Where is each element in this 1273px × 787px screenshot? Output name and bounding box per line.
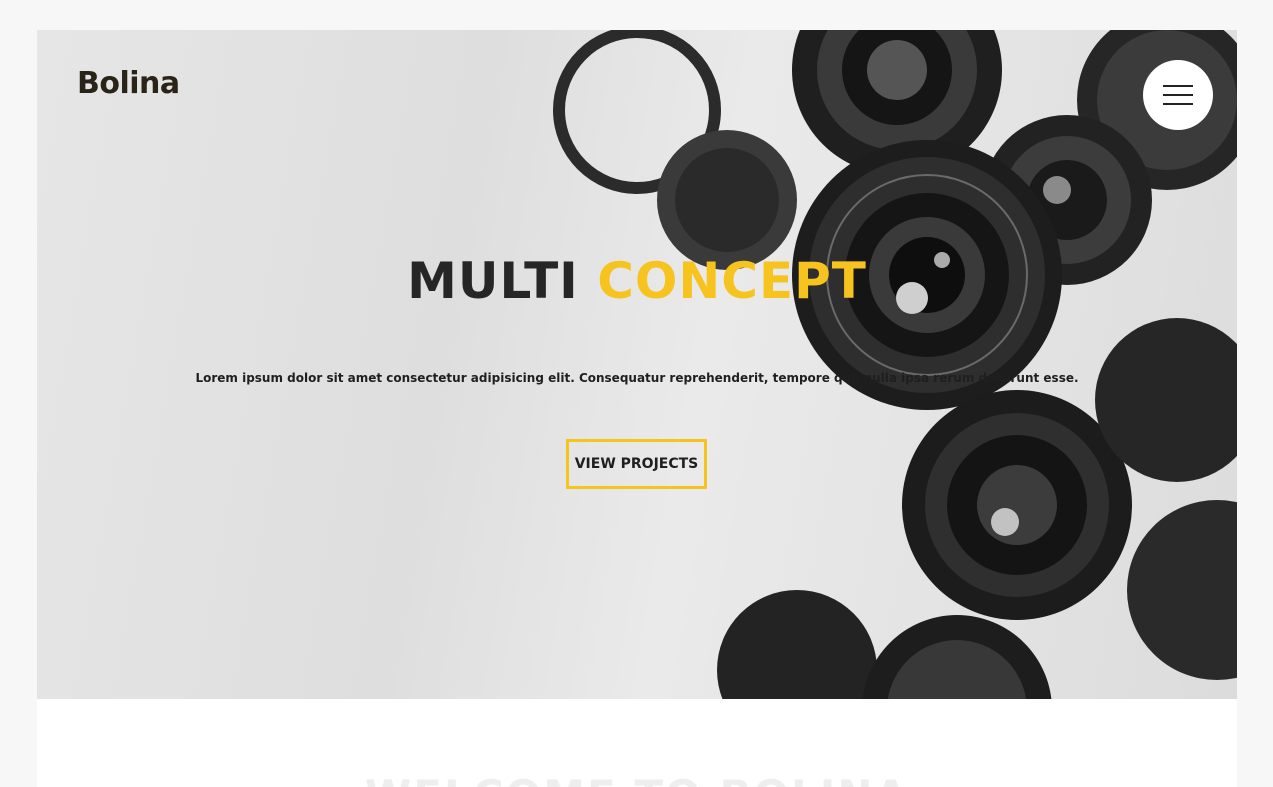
brand-logo[interactable]: Bolina <box>77 66 180 101</box>
hero-section: Bolina MULTI CONCEPT Lorem ipsum dolor s… <box>37 30 1237 699</box>
menu-toggle-button[interactable] <box>1143 60 1213 130</box>
hero-description: Lorem ipsum dolor sit amet consectetur a… <box>195 371 1079 385</box>
camera-lenses-background-image <box>553 30 1237 699</box>
hero-title-accent: CONCEPT <box>597 252 867 310</box>
hero-title: MULTI CONCEPT <box>37 246 1237 316</box>
hero-title-main: MULTI <box>407 252 579 310</box>
view-projects-button[interactable]: VIEW PROJECTS <box>566 439 707 489</box>
welcome-section: WELCOME TO BOLINA <box>37 699 1237 787</box>
welcome-title: WELCOME TO BOLINA <box>37 771 1237 787</box>
